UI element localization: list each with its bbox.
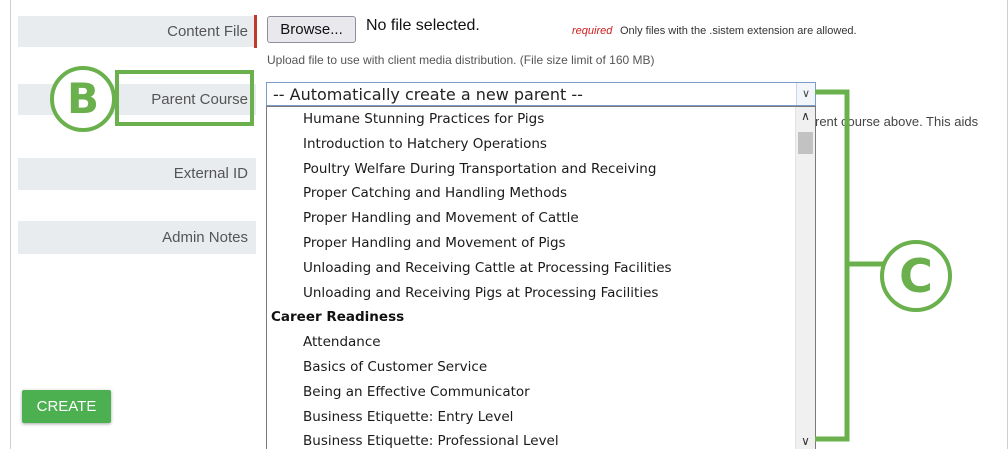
dropdown-option[interactable]: Unloading and Receiving Pigs at Processi… (303, 285, 658, 301)
required-text: required (572, 25, 613, 37)
dropdown-option[interactable]: Attendance (303, 334, 381, 350)
required-indicator (254, 15, 257, 48)
dropdown-option[interactable]: Being an Effective Communicator (303, 384, 530, 400)
parent-course-select-value: -- Automatically create a new parent -- (273, 85, 583, 104)
dropdown-option[interactable]: Introduction to Hatchery Operations (303, 136, 547, 152)
dropdown-option[interactable]: Business Etiquette: Entry Level (303, 409, 513, 425)
upload-help-text: Upload file to use with client media dis… (267, 53, 655, 67)
scrollbar-thumb[interactable] (798, 132, 813, 154)
dropdown-option[interactable]: Unloading and Receiving Cattle at Proces… (303, 260, 672, 276)
callout-b-badge: B (50, 66, 116, 132)
external-id-label: External ID (18, 158, 256, 190)
callout-c-badge: C (880, 240, 952, 312)
dropdown-option[interactable]: Poultry Welfare During Transportation an… (303, 161, 656, 177)
dropdown-option[interactable]: Humane Stunning Practices for Pigs (303, 111, 544, 127)
parent-course-dropdown[interactable]: Humane Stunning Practices for Pigs Introd… (266, 106, 816, 449)
dropdown-option[interactable]: Proper Handling and Movement of Cattle (303, 210, 579, 226)
no-file-text: No file selected. (366, 17, 480, 34)
dropdown-option[interactable]: Proper Handling and Movement of Pigs (303, 235, 566, 251)
create-button[interactable]: CREATE (22, 390, 111, 423)
callout-b-highlight (115, 70, 254, 126)
content-file-label: Content File (18, 16, 256, 47)
dropdown-option[interactable]: Business Etiquette: Professional Level (303, 433, 559, 449)
dropdown-option[interactable]: Basics of Customer Service (303, 359, 487, 375)
admin-notes-label: Admin Notes (18, 221, 256, 254)
browse-button[interactable]: Browse... (267, 16, 356, 43)
parent-course-select[interactable]: -- Automatically create a new parent -- … (266, 82, 816, 106)
dropdown-group-header: Career Readiness (271, 309, 405, 326)
file-extension-note: Only files with the .sistem extension ar… (620, 25, 857, 37)
dropdown-option[interactable]: Proper Catching and Handling Methods (303, 185, 567, 201)
dropdown-scrollbar[interactable]: ∧ ∨ (795, 107, 815, 449)
